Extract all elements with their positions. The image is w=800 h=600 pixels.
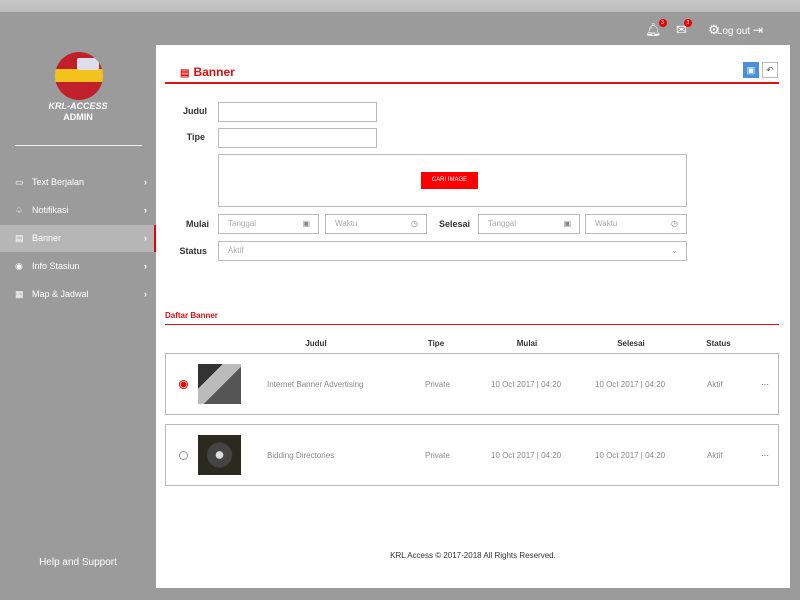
title-text: Banner xyxy=(193,65,235,79)
top-strip xyxy=(0,0,800,12)
logout-button[interactable]: Log out ⇥ xyxy=(717,23,763,37)
back-button[interactable]: ↶ xyxy=(762,62,778,78)
label: Banner xyxy=(32,233,62,243)
label: Text Berjalan xyxy=(32,177,85,187)
main-content: ▤ Banner ▣ ↶ Judul Tipe CARI IMAGE Mulai … xyxy=(156,45,790,588)
row-tipe: Private xyxy=(425,451,450,460)
row-selesai: 10 Oct 2017 | 04:20 xyxy=(595,380,666,389)
selesai-label: Selesai xyxy=(438,219,470,229)
label: Map & Jadwal xyxy=(32,289,89,299)
judul-input[interactable] xyxy=(218,102,377,122)
column-header-judul: Judul xyxy=(305,339,327,348)
sidebar: KRL-ACCESS ADMIN ▭ Text Berjalan › ♤ Notifi… xyxy=(0,45,156,588)
chevron-right-icon: › xyxy=(144,205,147,215)
selesai-tanggal-input[interactable]: Tanggal ▣ xyxy=(478,214,580,234)
row-tipe: Private xyxy=(425,380,450,389)
row-judul: Internet Banner Advertising xyxy=(267,380,364,389)
chevron-down-icon: ⌄ xyxy=(671,246,678,255)
avatar xyxy=(55,52,103,100)
chevron-right-icon: › xyxy=(144,261,147,271)
row-status: Aktif xyxy=(707,380,723,389)
mulai-tanggal-input[interactable]: Tanggal ▣ xyxy=(218,214,319,234)
placeholder: Tanggal xyxy=(228,219,257,228)
more-options-icon[interactable]: ··· xyxy=(761,451,769,460)
row-mulai: 10 Oct 2017 | 04:20 xyxy=(491,451,562,460)
location-pin-icon: ◉ xyxy=(15,261,23,271)
placeholder: Waktu xyxy=(595,219,618,228)
table-row[interactable]: Internet Banner Advertising Private 10 O… xyxy=(165,353,779,415)
map-icon: ▦ xyxy=(15,289,24,299)
label: Notifikasi xyxy=(32,205,69,215)
label: Info Stasiun xyxy=(32,261,80,271)
banner-thumbnail xyxy=(198,435,241,475)
sidebar-item-banner[interactable]: ▤ Banner › xyxy=(0,225,156,252)
title-underline xyxy=(165,82,779,84)
column-header-mulai: Mulai xyxy=(516,339,538,348)
notification-bell-icon[interactable]: 🔔︎ 3 xyxy=(645,19,667,38)
calendar-icon[interactable]: ▣ xyxy=(563,215,571,233)
selesai-waktu-input[interactable]: Waktu ◷ xyxy=(585,214,687,234)
message-icon: ▭ xyxy=(15,177,24,187)
chevron-right-icon: › xyxy=(144,289,147,299)
placeholder: Waktu xyxy=(335,219,358,228)
reply-icon: ↶ xyxy=(766,65,774,75)
tipe-input[interactable] xyxy=(218,128,377,148)
role: ADMIN xyxy=(63,112,93,122)
row-mulai: 10 Oct 2017 | 04:20 xyxy=(491,380,562,389)
banner-icon: ▤ xyxy=(15,233,24,243)
status-label: Status xyxy=(179,246,207,256)
mail-badge: 3 xyxy=(683,19,692,27)
footer: KRL Access © 2017-2018 All Rights Reserv… xyxy=(390,551,556,560)
bell-icon: ♤ xyxy=(15,205,24,215)
column-header-tipe: Tipe xyxy=(427,339,445,348)
sidebar-item-text-berjalan[interactable]: ▭ Text Berjalan › xyxy=(0,169,156,196)
chevron-right-icon: › xyxy=(144,233,147,243)
chevron-right-icon: › xyxy=(144,177,147,187)
section-title: Daftar Banner xyxy=(165,311,218,320)
clock-icon[interactable]: ◷ xyxy=(671,215,678,233)
sidebar-item-map-jadwal[interactable]: ▦ Map & Jadwal › xyxy=(0,281,156,308)
row-judul: Bidding Directories xyxy=(267,451,335,460)
status-select[interactable]: Aktif ⌄ xyxy=(218,241,687,261)
mail-icon[interactable]: ✉ 3 xyxy=(676,19,692,38)
banner-icon: ▤ xyxy=(180,68,190,79)
page-title: ▤ Banner xyxy=(180,65,235,79)
more-options-icon[interactable]: ··· xyxy=(761,380,769,389)
section-underline xyxy=(165,324,779,325)
logout-label: Log out xyxy=(716,26,751,37)
save-icon: ▣ xyxy=(746,65,756,75)
mulai-label: Mulai xyxy=(185,219,209,229)
row-selesai: 10 Oct 2017 | 04:20 xyxy=(595,451,666,460)
table-row[interactable]: Bidding Directories Private 10 Oct 2017 … xyxy=(165,424,779,486)
placeholder: Tanggal xyxy=(488,219,517,228)
row-radio[interactable] xyxy=(179,380,188,389)
logout-icon: ⇥ xyxy=(752,23,763,37)
column-header-status: Status xyxy=(706,339,731,348)
save-button[interactable]: ▣ xyxy=(743,62,759,78)
mulai-waktu-input[interactable]: Waktu ◷ xyxy=(325,214,427,234)
status-value: Aktif xyxy=(228,246,244,255)
row-radio[interactable] xyxy=(179,451,188,460)
calendar-icon[interactable]: ▣ xyxy=(302,215,310,233)
column-header-selesai: Selesai xyxy=(617,339,645,348)
cari-image-button[interactable]: CARI IMAGE xyxy=(421,172,478,189)
sidebar-item-notifikasi[interactable]: ♤ Notifikasi › xyxy=(0,197,156,224)
divider xyxy=(15,145,142,146)
row-status: Aktif xyxy=(707,451,723,460)
header: 🔔︎ 3 ✉ 3 ⚙ Log out ⇥ xyxy=(0,12,800,45)
help-and-support-link[interactable]: Help and Support xyxy=(0,557,156,568)
judul-label: Judul xyxy=(183,106,207,116)
tipe-label: Tipe xyxy=(186,132,205,142)
banner-thumbnail xyxy=(198,364,241,404)
sidebar-item-info-stasiun[interactable]: ◉ Info Stasiun › xyxy=(0,253,156,280)
notification-badge: 3 xyxy=(658,19,667,27)
brand-name: KRL-ACCESS xyxy=(48,101,108,111)
clock-icon[interactable]: ◷ xyxy=(411,215,418,233)
